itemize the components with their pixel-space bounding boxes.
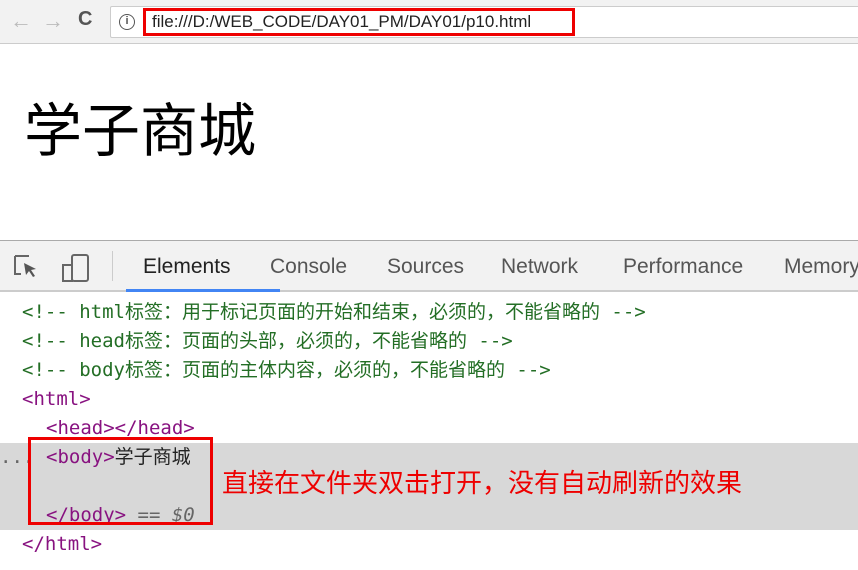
forward-button[interactable]: →: [42, 8, 64, 34]
comment-node[interactable]: <!-- head标签：页面的头部，必须的，不能省略的 -->: [0, 327, 858, 356]
tab-console[interactable]: Console: [270, 255, 347, 279]
dom-tree: <!-- html标签：用于标记页面的开始和结束，必须的，不能省略的 --> <…: [0, 292, 858, 559]
annotation-text: 直接在文件夹双击打开，没有自动刷新的效果: [222, 469, 743, 499]
tab-sources[interactable]: Sources: [387, 255, 464, 279]
page-title: 学子商城: [24, 99, 257, 164]
comment-node[interactable]: <!-- html标签：用于标记页面的开始和结束，必须的，不能省略的 -->: [0, 298, 858, 327]
divider: [112, 251, 113, 281]
back-button[interactable]: ←: [10, 8, 32, 34]
tab-network[interactable]: Network: [501, 255, 578, 279]
html-close-node[interactable]: </html>: [0, 530, 858, 559]
tab-performance[interactable]: Performance: [623, 255, 743, 279]
browser-toolbar: ← → C i file:///D:/WEB_CODE/DAY01_PM/DAY…: [0, 0, 858, 44]
device-toolbar-icon[interactable]: [60, 253, 92, 283]
html-node[interactable]: <html>: [0, 385, 858, 414]
inspect-element-icon[interactable]: [12, 253, 40, 281]
tab-elements[interactable]: Elements: [143, 255, 231, 279]
info-icon[interactable]: i: [119, 14, 135, 30]
comment-node[interactable]: <!-- body标签：页面的主体内容，必须的，不能省略的 -->: [0, 356, 858, 385]
tab-memory[interactable]: Memory: [784, 255, 858, 279]
devtools-panel: Elements Console Sources Network Perform…: [0, 240, 858, 570]
reload-button[interactable]: C: [78, 8, 92, 31]
url-text[interactable]: file:///D:/WEB_CODE/DAY01_PM/DAY01/p10.h…: [143, 8, 575, 36]
devtools-tabs: Elements Console Sources Network Perform…: [0, 240, 858, 292]
address-bar[interactable]: i file:///D:/WEB_CODE/DAY01_PM/DAY01/p10…: [110, 6, 858, 38]
highlight-box: [28, 437, 213, 525]
